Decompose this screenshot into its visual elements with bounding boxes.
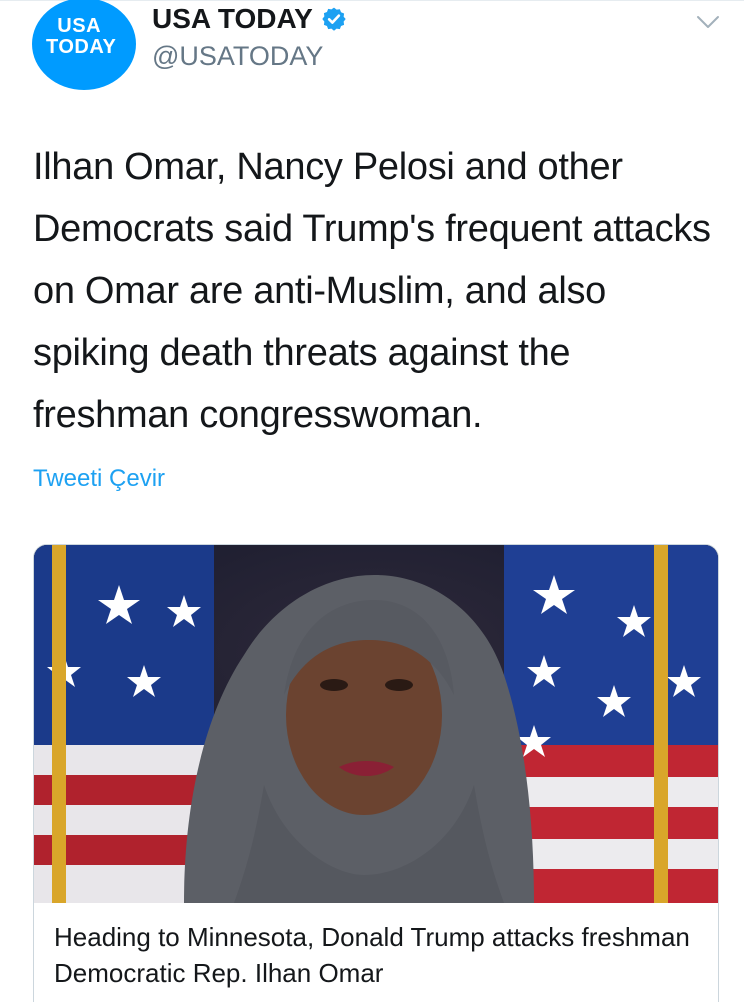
verified-badge-icon bbox=[322, 7, 346, 31]
tweet: USA TODAY USA TODAY @USATODAY Ilhan Omar… bbox=[0, 0, 744, 1002]
display-name[interactable]: USA TODAY bbox=[152, 2, 313, 36]
avatar[interactable]: USA TODAY bbox=[32, 0, 136, 90]
card-caption[interactable]: Heading to Minnesota, Donald Trump attac… bbox=[54, 919, 704, 991]
tweet-text: Ilhan Omar, Nancy Pelosi and other Democ… bbox=[33, 146, 711, 436]
translate-tweet-link[interactable]: Tweeti Çevir bbox=[33, 464, 165, 494]
handle[interactable]: @USATODAY bbox=[152, 40, 323, 72]
name-row: USA TODAY bbox=[152, 2, 347, 36]
avatar-logo: USA TODAY bbox=[46, 16, 116, 58]
card-image[interactable] bbox=[34, 545, 718, 903]
divider bbox=[0, 0, 744, 1]
card-photo bbox=[34, 545, 718, 903]
avatar-logo-line2: TODAY bbox=[46, 36, 117, 58]
avatar-logo-line1: USA bbox=[57, 15, 102, 37]
chevron-down-icon[interactable] bbox=[696, 12, 720, 32]
link-card[interactable]: Heading to Minnesota, Donald Trump attac… bbox=[33, 544, 719, 1002]
